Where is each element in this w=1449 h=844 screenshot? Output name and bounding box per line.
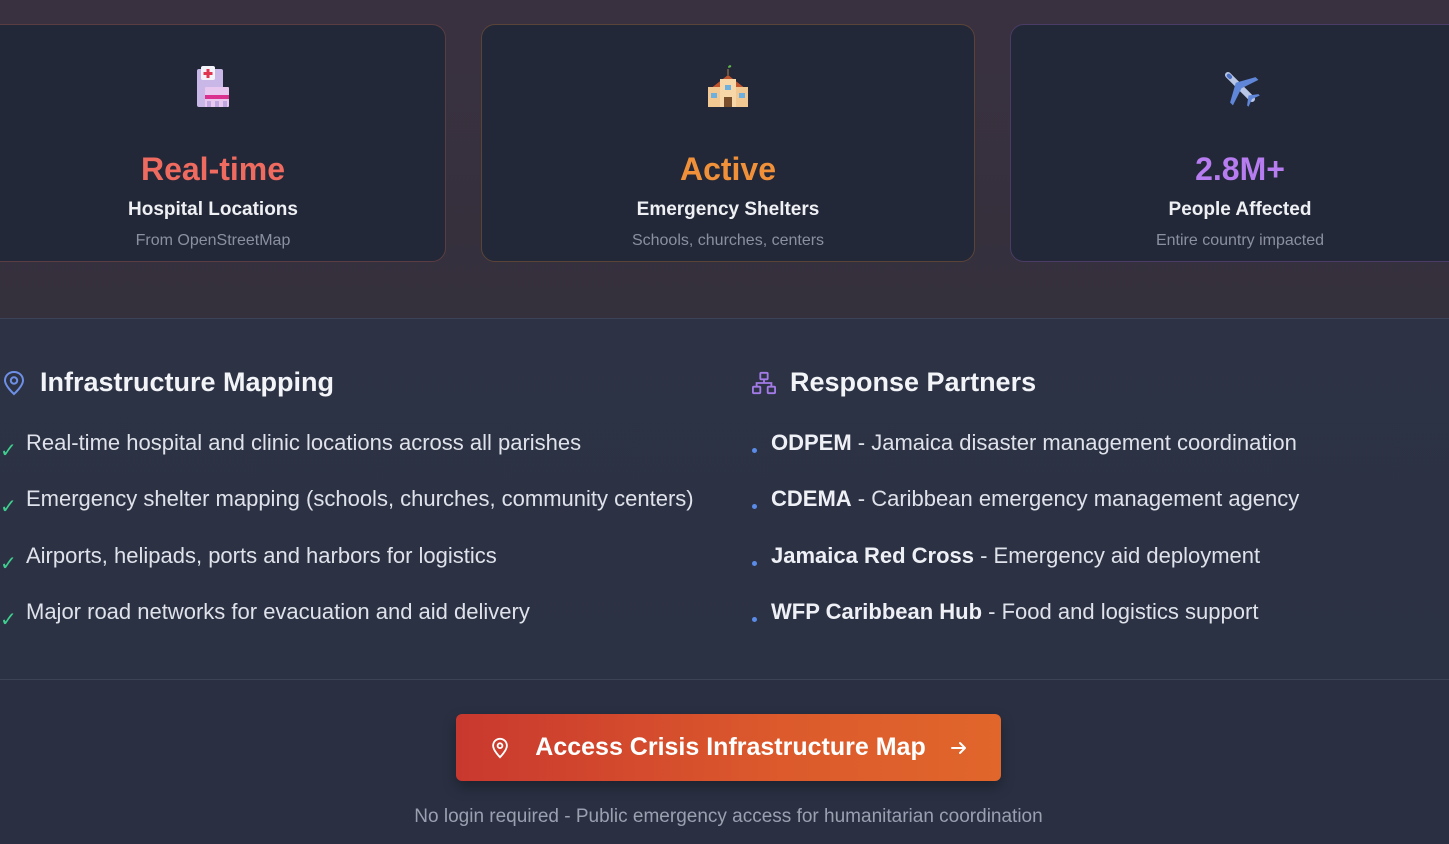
list-item: Real-time hospital and clinic locations … (26, 430, 582, 455)
partner-name: Jamaica Red Cross (771, 543, 974, 568)
partners-title: Response Partners (790, 367, 1037, 397)
access-map-button-label: Access Crisis Infrastructure Map (535, 733, 926, 761)
infrastructure-heading: Infrastructure Mapping (2, 367, 334, 398)
stat-value: Real-time (140, 151, 286, 187)
people-affected-stat-card: 2.8M+ People Affected Entire country imp… (1010, 24, 1449, 262)
access-map-button[interactable]: Access Crisis Infrastructure Map (456, 714, 1001, 781)
stat-subtext: Entire country impacted (1155, 232, 1325, 249)
list-item: Airports, helipads, ports and harbors fo… (26, 543, 497, 568)
map-pin-icon (492, 737, 509, 758)
access-note: No login required - Public emergency acc… (414, 806, 1043, 827)
check-icon: ✓ (0, 553, 17, 575)
partners-heading: Response Partners (752, 367, 1036, 398)
partner-desc: - Caribbean emergency management agency (851, 486, 1300, 511)
check-icon: ✓ (0, 496, 17, 518)
partner-desc: - Emergency aid deployment (974, 543, 1261, 568)
arrow-right-icon (950, 741, 966, 754)
bullet-dot (752, 561, 757, 566)
airplane-icon (1224, 71, 1260, 107)
house-icon (708, 65, 748, 107)
map-pin-icon (3, 370, 25, 395)
network-icon (752, 371, 776, 394)
stat-label: Emergency Shelters (636, 199, 820, 220)
check-icon: ✓ (0, 440, 17, 462)
list-item: Major road networks for evacuation and a… (26, 599, 530, 624)
stat-value: Active (679, 151, 777, 187)
stat-label: Hospital Locations (128, 199, 298, 220)
bullet-dot (752, 504, 757, 509)
infrastructure-title: Infrastructure Mapping (40, 367, 335, 397)
partner-item: CDEMA - Caribbean emergency management a… (771, 486, 1299, 512)
bullet-dot (752, 448, 757, 453)
partner-item: Jamaica Red Cross - Emergency aid deploy… (771, 543, 1260, 569)
list-item: Emergency shelter mapping (schools, chur… (26, 486, 694, 511)
check-icon: ✓ (0, 609, 17, 631)
stat-subtext: Schools, churches, centers (631, 232, 825, 249)
partner-item: ODPEM - Jamaica disaster management coor… (771, 430, 1297, 456)
partner-item: WFP Caribbean Hub - Food and logistics s… (771, 599, 1258, 625)
hospital-icon (197, 66, 229, 107)
partner-name: CDEMA (771, 486, 852, 511)
partner-desc: - Food and logistics support (982, 599, 1259, 624)
bullet-dot (752, 617, 757, 622)
stat-label: People Affected (1168, 199, 1312, 220)
stat-value: 2.8M+ (1195, 151, 1285, 187)
partner-desc: - Jamaica disaster management coordinati… (851, 430, 1297, 455)
partner-name: ODPEM (771, 430, 852, 455)
hospital-stat-card: Real-time Hospital Locations From OpenSt… (0, 24, 446, 262)
stat-subtext: From OpenStreetMap (135, 232, 291, 249)
shelter-stat-card: Active Emergency Shelters Schools, churc… (481, 24, 975, 262)
partner-name: WFP Caribbean Hub (771, 599, 983, 624)
